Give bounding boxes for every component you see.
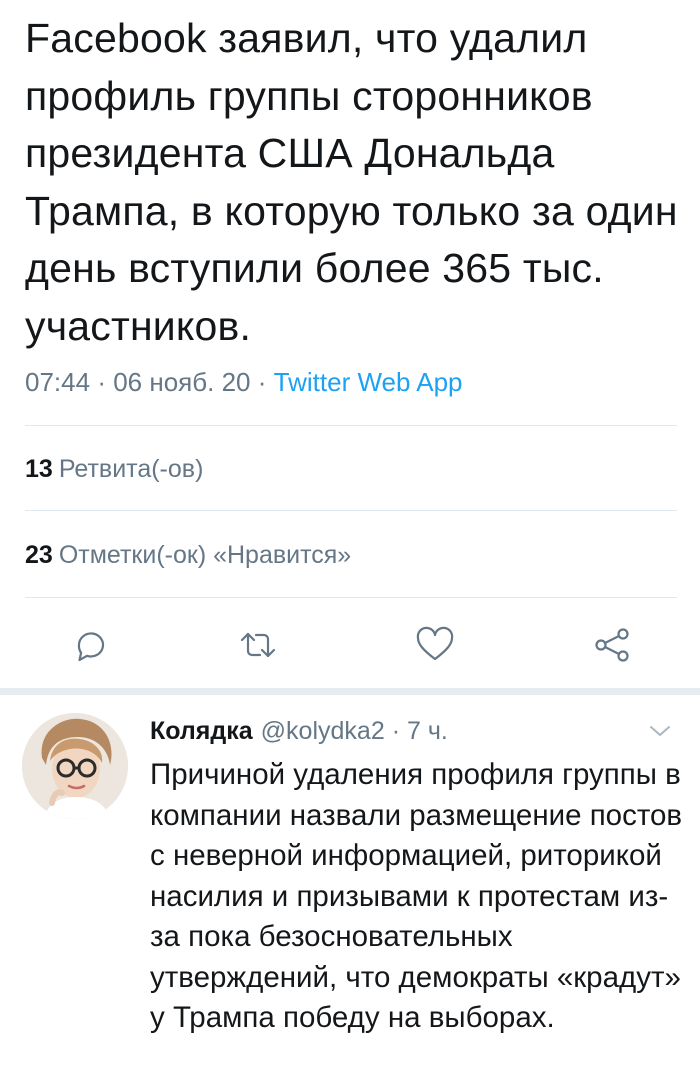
tweet-meta: 07:44 · 06 нояб. 20 · Twitter Web App xyxy=(25,364,463,400)
heart-icon xyxy=(415,625,455,670)
reply-text: Причиной удаления профиля группы в компа… xyxy=(150,758,683,1034)
reply-tweet[interactable]: Колядка @kolydka2 · 7 ч. Причиной удалени… xyxy=(0,695,700,1080)
retweets-count: 13 xyxy=(25,455,53,483)
section-separator xyxy=(0,688,700,695)
retweets-label: Ретвита(-ов) xyxy=(58,455,204,483)
reply-header: Колядка @kolydka2 · 7 ч. xyxy=(150,714,448,748)
reply-separator: · xyxy=(391,717,401,745)
divider xyxy=(25,425,677,426)
likes-count: 23 xyxy=(25,541,53,569)
meta-separator: · xyxy=(97,367,106,397)
likes-label: Отметки(-ок) «Нравится» xyxy=(58,541,352,569)
tweet-date[interactable]: 06 нояб. 20 xyxy=(113,367,250,397)
retweet-button[interactable] xyxy=(233,622,283,672)
share-icon xyxy=(592,625,632,670)
reply-author-handle[interactable]: @kolydka2 xyxy=(261,717,385,745)
like-button[interactable] xyxy=(410,622,460,672)
tweet-source[interactable]: Twitter Web App xyxy=(274,367,463,397)
share-button[interactable] xyxy=(587,622,637,672)
reply-author-name[interactable]: Колядка xyxy=(150,717,253,745)
retweet-icon xyxy=(238,625,278,670)
more-options-button[interactable] xyxy=(645,719,675,743)
avatar-image xyxy=(22,713,128,819)
tweet-text: Facebook заявил, что удалил профиль груп… xyxy=(25,15,678,349)
meta-separator-2: · xyxy=(257,367,267,397)
divider xyxy=(25,597,677,598)
likes-stat[interactable]: 23 Отметки(-ок) «Нравится» xyxy=(25,538,351,572)
reply-icon xyxy=(71,625,111,670)
divider xyxy=(25,510,677,511)
chevron-down-icon xyxy=(645,726,675,747)
avatar[interactable] xyxy=(22,713,128,819)
reply-button[interactable] xyxy=(66,622,116,672)
reply-time[interactable]: 7 ч. xyxy=(407,717,448,745)
tweet-time[interactable]: 07:44 xyxy=(25,367,90,397)
retweets-stat[interactable]: 13 Ретвита(-ов) xyxy=(25,452,203,486)
